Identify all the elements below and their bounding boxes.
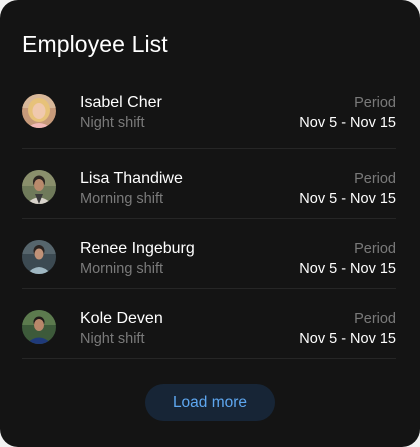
period-label: Period [354, 95, 396, 111]
employee-shift: Morning shift [80, 261, 164, 277]
period-label: Period [354, 241, 396, 257]
employee-name: Isabel Cher [80, 94, 162, 111]
employee-shift: Night shift [80, 331, 145, 347]
employee-list: Isabel Cher Night shift Period Nov 5 - N… [22, 75, 396, 359]
period-label: Period [354, 171, 396, 187]
employee-shift: Morning shift [80, 191, 164, 207]
employee-row[interactable]: Kole Deven Night shift Period Nov 5 - No… [22, 289, 396, 359]
period-value: Nov 5 - Nov 15 [299, 331, 396, 347]
employee-name: Renee Ingeburg [80, 240, 195, 257]
employee-row[interactable]: Isabel Cher Night shift Period Nov 5 - N… [22, 75, 396, 149]
employee-shift: Night shift [80, 115, 145, 131]
avatar [22, 170, 56, 204]
employee-name: Kole Deven [80, 310, 163, 327]
employee-name: Lisa Thandiwe [80, 170, 183, 187]
card-title: Employee List [22, 31, 168, 57]
employee-row[interactable]: Renee Ingeburg Morning shift Period Nov … [22, 219, 396, 289]
employee-list-card: Employee List Isabel Cher Night shift Pe… [0, 0, 420, 447]
period-value: Nov 5 - Nov 15 [299, 261, 396, 277]
avatar [22, 240, 56, 274]
employee-row[interactable]: Lisa Thandiwe Morning shift Period Nov 5… [22, 149, 396, 219]
period-value: Nov 5 - Nov 15 [299, 115, 396, 131]
period-value: Nov 5 - Nov 15 [299, 191, 396, 207]
avatar [22, 310, 56, 344]
period-label: Period [354, 311, 396, 327]
avatar [22, 94, 56, 128]
load-more-button[interactable]: Load more [145, 384, 275, 421]
